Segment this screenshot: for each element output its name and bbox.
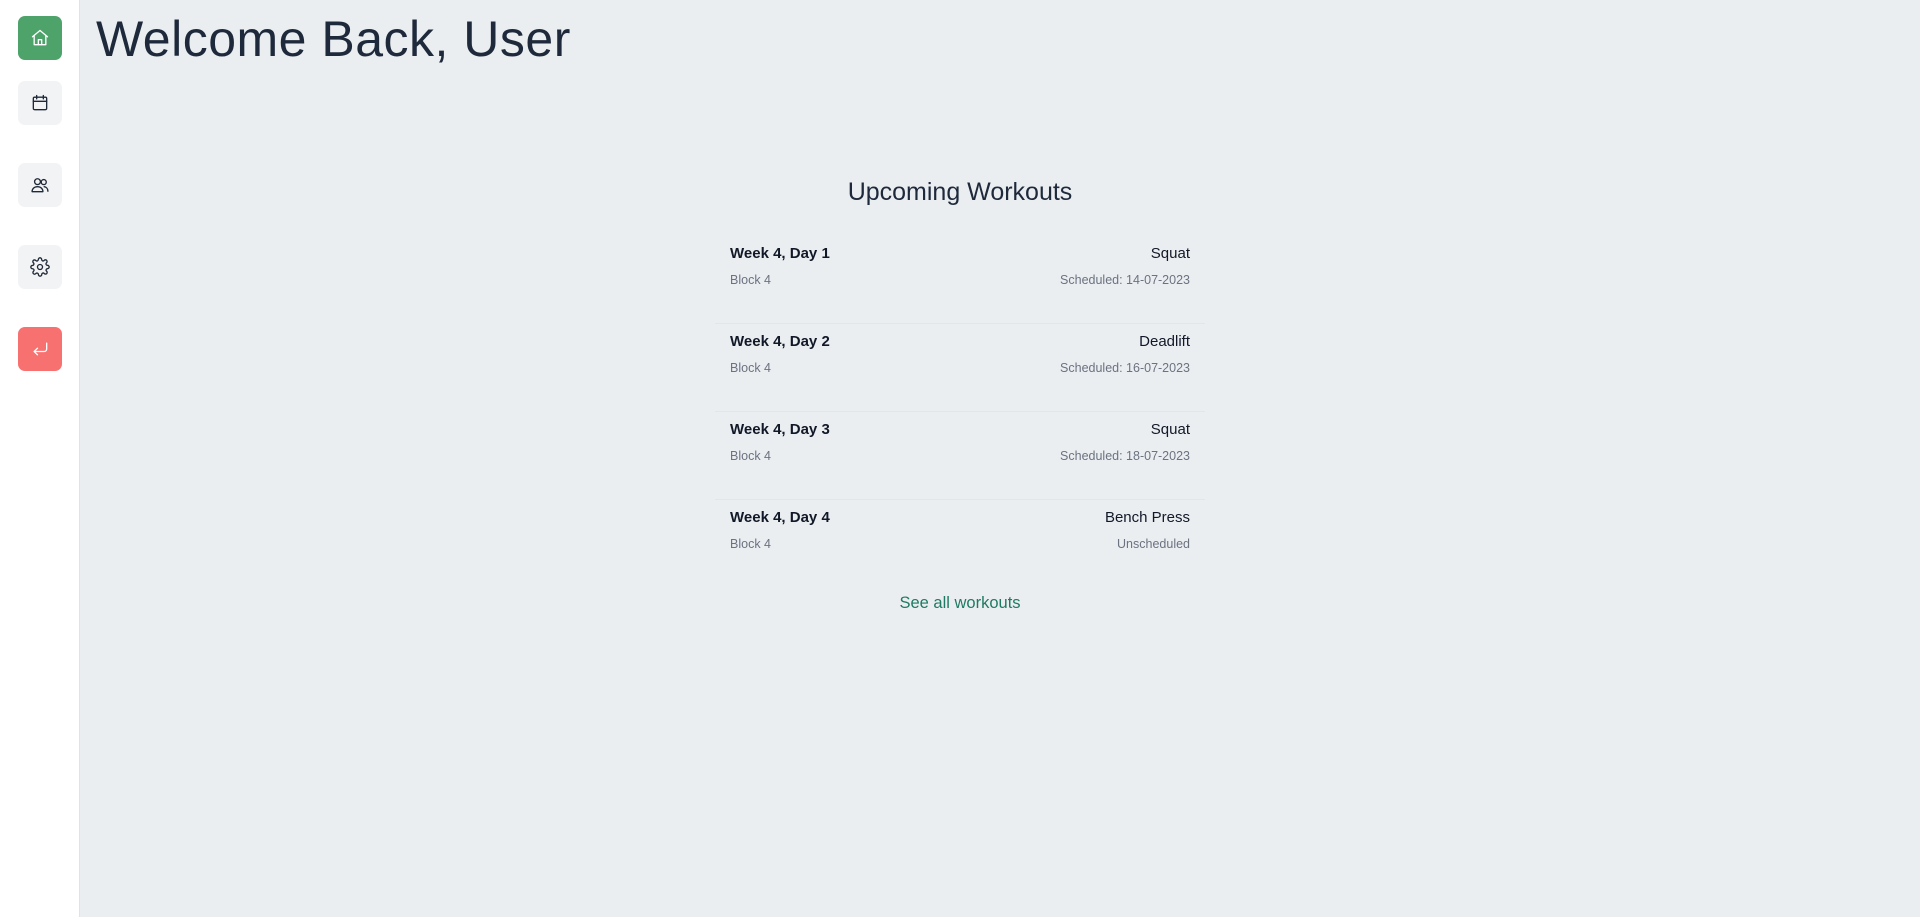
home-icon	[31, 29, 49, 46]
nav-people-button[interactable]	[18, 163, 62, 207]
workout-schedule: Unscheduled	[1117, 537, 1190, 551]
workout-block: Block 4	[730, 273, 771, 287]
nav-logout-button[interactable]	[18, 327, 62, 371]
workout-row[interactable]: Week 4, Day 4 Block 4 Bench Press Unsche…	[715, 500, 1205, 588]
calendar-icon	[32, 94, 48, 111]
nav-calendar-button[interactable]	[18, 81, 62, 125]
workout-exercise: Bench Press	[1104, 509, 1190, 526]
workout-schedule: Scheduled: 14-07-2023	[1060, 273, 1190, 287]
workout-name: Week 4, Day 3	[730, 421, 830, 438]
workout-name: Week 4, Day 4	[730, 509, 830, 526]
workout-name: Week 4, Day 1	[730, 245, 830, 262]
workout-row[interactable]: Week 4, Day 3 Block 4 Squat Scheduled: 1…	[715, 412, 1205, 500]
logout-icon	[33, 342, 48, 356]
workout-exercise: Deadlift	[1139, 333, 1190, 350]
workout-schedule: Scheduled: 16-07-2023	[1060, 361, 1190, 375]
upcoming-workouts-title: Upcoming Workouts	[847, 178, 1073, 206]
workout-list: Week 4, Day 1 Block 4 Squat Scheduled: 1…	[715, 236, 1205, 588]
workout-row[interactable]: Week 4, Day 1 Block 4 Squat Scheduled: 1…	[715, 236, 1205, 324]
workout-schedule: Scheduled: 18-07-2023	[1060, 449, 1190, 463]
nav-settings-button[interactable]	[18, 245, 62, 289]
sidebar	[0, 0, 80, 917]
workout-name: Week 4, Day 2	[730, 333, 830, 350]
nav-home-button[interactable]	[18, 16, 62, 60]
workout-exercise: Squat	[1150, 245, 1190, 262]
page-title: Welcome Back, User	[96, 11, 571, 67]
workout-block: Block 4	[730, 537, 771, 551]
workout-exercise: Squat	[1150, 421, 1190, 438]
upcoming-workouts-panel: Upcoming Workouts Week 4, Day 1 Block 4 …	[715, 170, 1205, 613]
workout-block: Block 4	[730, 361, 771, 375]
see-all-workouts-link[interactable]: See all workouts	[715, 594, 1205, 613]
workout-row[interactable]: Week 4, Day 2 Block 4 Deadlift Scheduled…	[715, 324, 1205, 412]
people-icon	[31, 178, 49, 193]
workout-block: Block 4	[730, 449, 771, 463]
gear-icon	[30, 257, 50, 277]
